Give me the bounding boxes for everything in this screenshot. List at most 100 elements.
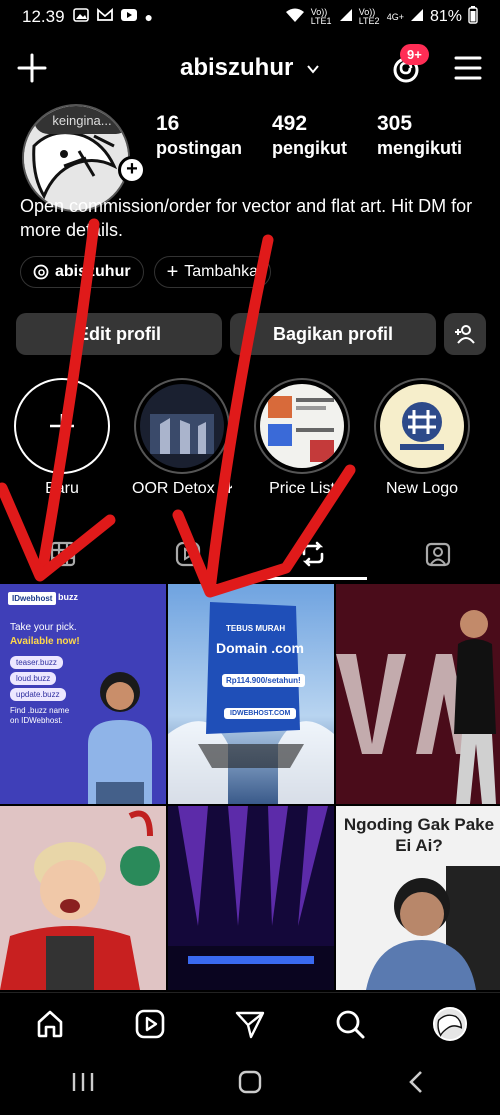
post-person-image — [0, 806, 166, 990]
add-link-chip[interactable]: + Tambahka — [153, 256, 272, 288]
network-1-label: Vo)) LTE1 — [310, 7, 332, 26]
share-profile-button[interactable]: Bagikan profil — [230, 313, 436, 355]
battery-icon — [468, 5, 478, 29]
stat-value: 492 — [272, 112, 308, 135]
highlight-oor-detox[interactable]: OOR Detox JKT — [132, 378, 232, 498]
post-stage-image — [168, 806, 334, 990]
post-pill: update.buzz — [10, 688, 66, 701]
highlight-new[interactable]: Baru — [12, 378, 112, 498]
highlight-new-logo[interactable]: New Logo — [372, 378, 472, 498]
tagged-person-icon — [425, 542, 450, 567]
threads-small-icon — [33, 264, 49, 280]
profile-stats: 16 postingan 492 pengikut 305 mengikuti — [156, 112, 462, 159]
post-line2: Available now! — [10, 636, 80, 647]
post-site: IDWEBHOST.COM — [224, 708, 297, 719]
highlight-price-list[interactable]: Price List — [252, 378, 352, 498]
add-person-icon — [455, 325, 475, 344]
post-concert-image — [336, 584, 500, 804]
reels-nav-icon[interactable] — [133, 1007, 167, 1041]
battery-percent: 81% — [429, 8, 462, 25]
post-poster-image — [168, 602, 334, 804]
plus-icon — [50, 414, 74, 438]
tab-tagged[interactable] — [375, 526, 500, 582]
profile-avatar-nav[interactable] — [433, 1006, 467, 1041]
add-chip-label: Tambahka — [184, 263, 259, 280]
tab-reels[interactable] — [125, 526, 250, 582]
post-head: TEBUS MURAH — [226, 624, 286, 633]
grid-post-1[interactable]: IDwebhost buzz Take your pick. Available… — [0, 584, 166, 804]
search-icon[interactable] — [333, 1007, 367, 1041]
stat-value: 305 — [377, 112, 413, 135]
signal-2-icon — [410, 8, 424, 27]
post-foot: Find .buzz name on IDWebhost. — [10, 706, 70, 725]
home-button-icon[interactable] — [237, 1069, 263, 1100]
tab-posts-grid[interactable] — [0, 526, 125, 582]
grid-post-5[interactable] — [168, 806, 334, 990]
hamburger-menu-icon[interactable] — [452, 52, 484, 84]
discover-people-button[interactable] — [444, 313, 486, 355]
posts-grid: IDwebhost buzz Take your pick. Available… — [0, 584, 500, 990]
note-bubble[interactable]: keingina... — [34, 106, 128, 134]
stat-posts[interactable]: 16 postingan — [156, 112, 242, 159]
grid-post-6[interactable]: Ngoding Gak Pake Ei Ai? — [336, 806, 500, 990]
post-brand-2: buzz — [58, 592, 78, 602]
network-3-label: 4G+ — [386, 11, 404, 22]
post-pill: loud.buzz — [10, 672, 57, 685]
highlight-cover-image — [380, 384, 464, 468]
post-person-image — [88, 672, 152, 804]
post-pill: teaser.buzz — [10, 656, 63, 669]
profile-header: abiszuhur 9+ — [0, 44, 500, 96]
youtube-icon — [120, 7, 137, 27]
grid-post-2[interactable]: TEBUS MURAH Domain .com Rp114.900/setahu… — [168, 584, 334, 804]
grid-post-3[interactable] — [336, 584, 500, 804]
highlight-label: OOR Detox JKT — [132, 480, 232, 497]
profile-bio: Open commission/order for vector and fla… — [20, 196, 473, 240]
add-story-plus-icon[interactable]: + — [118, 156, 146, 184]
edit-profile-button[interactable]: Edit profil — [16, 313, 222, 355]
status-time: 12.39 — [22, 7, 65, 26]
stat-label: pengikut — [272, 138, 347, 158]
highlight-cover-image — [260, 384, 344, 468]
gallery-icon — [72, 7, 89, 27]
signal-1-icon — [339, 8, 353, 27]
post-caption: Ngoding Gak Pake Ei Ai? — [343, 815, 495, 855]
chevron-down-icon — [307, 65, 319, 74]
network-2-label: Vo)) LTE2 — [358, 7, 380, 26]
recent-apps-icon[interactable] — [70, 1070, 96, 1099]
repost-icon — [302, 541, 323, 567]
grid-icon — [50, 541, 75, 567]
home-icon[interactable] — [33, 1007, 67, 1041]
grid-post-4[interactable] — [0, 806, 166, 990]
highlight-label: New Logo — [385, 480, 459, 497]
status-bar: 12.39 ● Vo)) LTE1 Vo)) LTE2 4G+ 81% — [0, 0, 500, 34]
profile-actions: Edit profil Bagikan profil — [16, 313, 486, 355]
gmail-icon — [96, 7, 113, 27]
back-icon[interactable] — [404, 1069, 430, 1100]
stat-label: mengikuti — [377, 138, 463, 158]
highlight-cover-image — [140, 384, 224, 468]
wifi-icon — [285, 7, 305, 28]
stat-following[interactable]: 305 mengikuti — [377, 112, 462, 159]
direct-message-icon[interactable] — [233, 1007, 267, 1041]
system-navigation — [0, 1054, 500, 1115]
profile-chips: abiszuhur + Tambahka — [20, 256, 272, 288]
username-title: abiszuhur — [179, 54, 294, 81]
reels-icon — [175, 541, 200, 567]
dot-icon: ● — [144, 9, 154, 25]
bottom-navigation — [0, 992, 500, 1054]
threads-chip-label: abiszuhur — [55, 263, 131, 280]
tab-reposts[interactable] — [250, 526, 375, 582]
content-tabs — [0, 526, 500, 582]
notification-badge: 9+ — [400, 44, 429, 65]
stat-value: 16 — [156, 112, 180, 135]
highlight-label: Price List — [269, 480, 335, 497]
plus-small-icon: + — [166, 260, 179, 283]
stat-label: postingan — [156, 138, 242, 158]
story-highlights: Baru OOR Detox JKT Price List New Logo — [0, 378, 500, 502]
post-person-image — [366, 866, 500, 990]
post-brand: IDwebhost — [8, 592, 57, 605]
post-price: Rp114.900/setahun! — [222, 674, 305, 687]
threads-link-chip[interactable]: abiszuhur — [20, 256, 144, 288]
post-domain: Domain .com — [216, 640, 304, 656]
stat-followers[interactable]: 492 pengikut — [272, 112, 347, 159]
